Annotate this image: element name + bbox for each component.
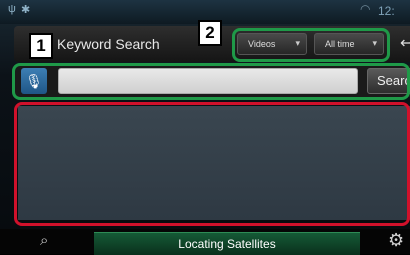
callout-badge-2: 2	[198, 20, 222, 46]
bottom-bar: ⌕ Locating Satellites ⚙	[0, 229, 410, 255]
callout-2-frame	[232, 28, 390, 62]
clock: 12:	[378, 4, 395, 18]
status-message: Locating Satellites	[178, 237, 276, 251]
navigation-icon[interactable]: ⌕	[40, 232, 48, 249]
gear-icon[interactable]: ⚙	[388, 230, 404, 251]
page-title: Keyword Search	[57, 36, 160, 52]
callout-1-frame	[12, 63, 410, 100]
usb-icon: ψ	[8, 3, 16, 15]
status-message-box: Locating Satellites	[94, 232, 360, 255]
callout-badge-1: 1	[29, 33, 53, 59]
back-icon[interactable]: ↩	[400, 33, 410, 53]
wifi-icon: ◠	[360, 2, 371, 16]
android-icon: ✱	[21, 4, 31, 16]
app-screen: ψ ✱ ◠ 12: Keyword Search Videos ▾ All ti…	[0, 0, 410, 255]
results-highlight-frame	[14, 102, 410, 226]
